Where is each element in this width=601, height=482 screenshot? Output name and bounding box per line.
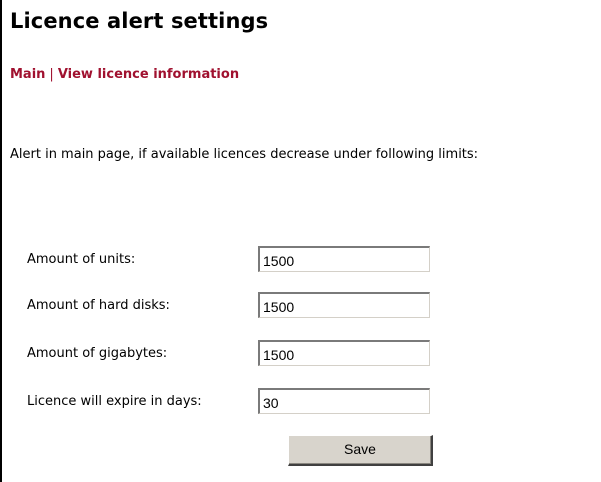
save-button[interactable]: Save bbox=[288, 435, 433, 466]
expire-days-label: Licence will expire in days: bbox=[27, 394, 202, 409]
gigabytes-input[interactable] bbox=[258, 340, 430, 366]
form-row-hard-disks: Amount of hard disks: bbox=[27, 292, 447, 318]
form-row-expire-days: Licence will expire in days: bbox=[27, 388, 447, 414]
nav-link-view-licence-information[interactable]: View licence information bbox=[58, 67, 239, 82]
hard-disks-label: Amount of hard disks: bbox=[27, 298, 170, 313]
form-row-units: Amount of units: bbox=[27, 246, 447, 272]
alert-description: Alert in main page, if available licence… bbox=[10, 147, 479, 162]
hard-disks-input[interactable] bbox=[258, 292, 430, 318]
units-input[interactable] bbox=[258, 246, 430, 272]
page-title: Licence alert settings bbox=[10, 9, 269, 33]
page-container: Licence alert settings Main | View licence… bbox=[0, 0, 601, 482]
nav-links: Main | View licence information bbox=[10, 67, 239, 82]
units-label: Amount of units: bbox=[27, 252, 136, 267]
gigabytes-label: Amount of gigabytes: bbox=[27, 346, 168, 361]
expire-days-input[interactable] bbox=[258, 388, 430, 414]
form-row-gigabytes: Amount of gigabytes: bbox=[27, 340, 447, 366]
nav-separator: | bbox=[49, 67, 54, 82]
nav-link-main[interactable]: Main bbox=[10, 67, 45, 82]
